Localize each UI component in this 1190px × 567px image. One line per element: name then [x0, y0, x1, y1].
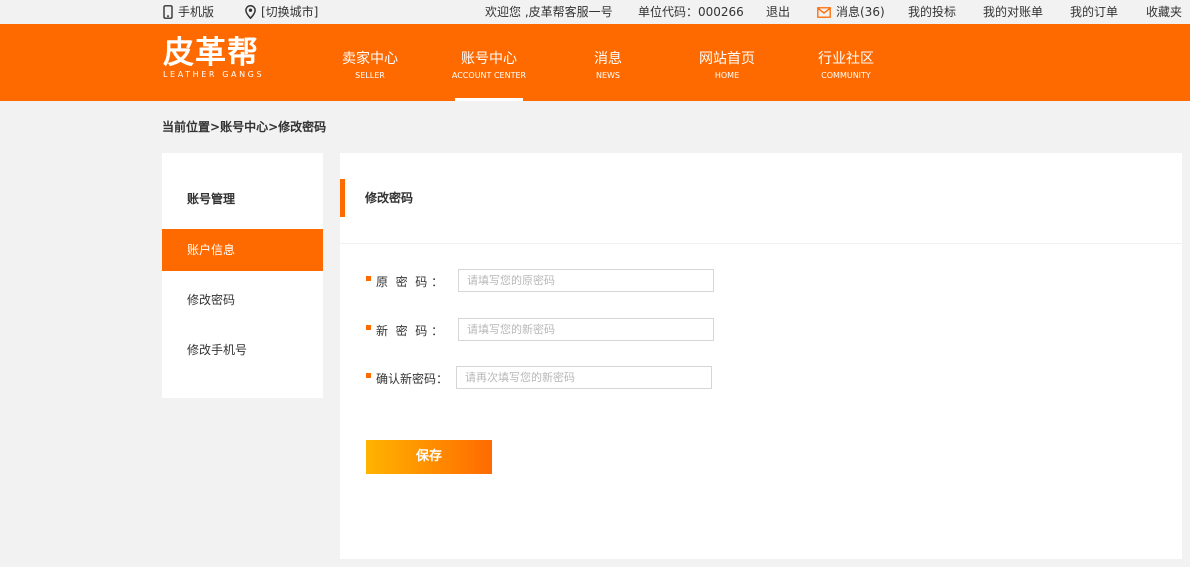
nav-news-label: 消息 — [594, 51, 622, 67]
breadcrumb-parent-link[interactable]: 账号中心 — [220, 118, 268, 136]
welcome-text: 欢迎您 ,皮革帮客服一号 — [485, 5, 613, 19]
site-header: 皮革帮 LEATHER GANGS 卖家中心 SELLER 账号中心 ACCOU… — [0, 24, 1190, 101]
confirm-password-label: 确认新密码： — [376, 371, 449, 386]
breadcrumb-current: 修改密码 — [278, 120, 327, 134]
old-password-label: 原 密 码 ： — [376, 274, 444, 289]
panel-divider — [340, 243, 1182, 244]
old-password-input[interactable] — [458, 269, 714, 292]
required-marker — [366, 275, 371, 281]
nav-account-center-label: 账号中心 — [461, 51, 517, 67]
favorites-link[interactable]: 收藏夹 — [1146, 3, 1182, 21]
nav-news[interactable]: 消息 NEWS — [578, 24, 638, 101]
site-logo[interactable]: 皮革帮 LEATHER GANGS — [163, 36, 264, 80]
mobile-version-label: 手机版 — [178, 5, 215, 19]
sidebar-item-change-password[interactable]: 修改密码 — [162, 279, 323, 321]
sidebar-item-change-phone[interactable]: 修改手机号 — [162, 329, 323, 371]
top-utility-bar: 手机版 [切换城市] 欢迎您 ,皮革帮客服一号 单位代码：000266 退出 消… — [0, 0, 1190, 24]
required-marker — [366, 324, 371, 330]
save-button[interactable]: 保存 — [366, 440, 492, 474]
breadcrumb-separator: > — [268, 120, 279, 134]
nav-account-center-sublabel: ACCOUNT CENTER — [451, 71, 527, 80]
logout-link[interactable]: 退出 — [766, 3, 790, 21]
messages-label: 消息(36) — [836, 5, 885, 19]
panel-title: 修改密码 — [340, 179, 1182, 217]
nav-home-label: 网站首页 — [699, 51, 755, 67]
unit-code-text: 单位代码：000266 — [638, 5, 744, 19]
nav-community[interactable]: 行业社区 COMMUNITY — [806, 24, 886, 101]
required-marker — [366, 372, 371, 378]
logo-chinese: 皮革帮 — [163, 35, 259, 71]
change-password-panel: 修改密码 原 密 码 ： 新 密 码 ： 确认新密码： 保存 — [340, 153, 1182, 559]
envelope-icon — [817, 6, 831, 18]
nav-account-center[interactable]: 账号中心 ACCOUNT CENTER — [452, 24, 526, 101]
form-row-new-password: 新 密 码 ： — [366, 318, 714, 342]
nav-home-sublabel: HOME — [714, 71, 740, 80]
logo-english: LEATHER GANGS — [163, 70, 265, 79]
sidebar-item-account-info[interactable]: 账户信息 — [162, 229, 323, 271]
mobile-phone-icon — [163, 5, 173, 19]
breadcrumb-prefix: 当前位置> — [162, 120, 221, 134]
nav-home[interactable]: 网站首页 HOME — [692, 24, 762, 101]
location-pin-icon — [245, 5, 256, 19]
new-password-input[interactable] — [458, 318, 714, 341]
sidebar-item-account-management[interactable]: 账号管理 — [162, 178, 323, 220]
nav-community-label: 行业社区 — [818, 51, 874, 67]
nav-news-sublabel: NEWS — [595, 71, 621, 80]
form-row-confirm-password: 确认新密码： — [366, 366, 712, 390]
confirm-password-input[interactable] — [456, 366, 712, 389]
switch-city-link[interactable]: [切换城市] — [245, 3, 318, 21]
my-orders-link[interactable]: 我的订单 — [1070, 3, 1118, 21]
nav-community-sublabel: COMMUNITY — [821, 71, 871, 80]
my-statements-link[interactable]: 我的对账单 — [983, 3, 1043, 21]
nav-seller[interactable]: 卖家中心 SELLER — [335, 24, 405, 101]
mobile-version-link[interactable]: 手机版 — [163, 3, 214, 21]
new-password-label: 新 密 码 ： — [376, 323, 444, 338]
nav-seller-label: 卖家中心 — [342, 51, 398, 67]
switch-city-label: [切换城市] — [261, 5, 319, 19]
account-sidebar: 账号管理 账户信息 修改密码 修改手机号 — [162, 153, 323, 398]
messages-link[interactable]: 消息(36) — [817, 3, 885, 21]
form-row-old-password: 原 密 码 ： — [366, 269, 714, 293]
my-bids-link[interactable]: 我的投标 — [908, 3, 956, 21]
nav-seller-sublabel: SELLER — [355, 71, 385, 80]
breadcrumb: 当前位置> 账号中心 > 修改密码 — [162, 118, 326, 136]
